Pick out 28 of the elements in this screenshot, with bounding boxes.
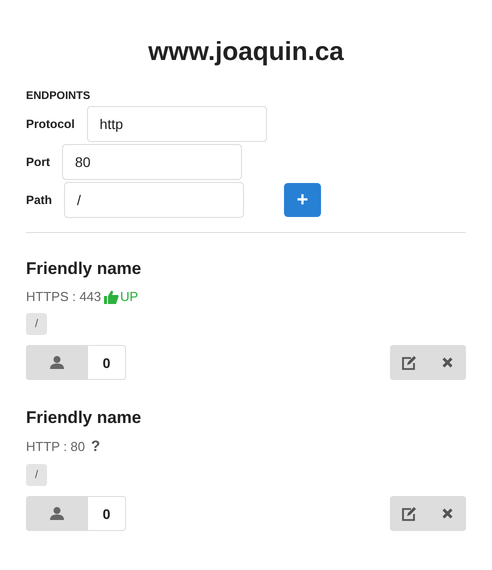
input-field[interactable]: / — [64, 182, 244, 218]
user-count-button[interactable] — [26, 496, 88, 531]
endpoint-name: Friendly name — [26, 408, 142, 428]
input-field[interactable]: http — [86, 106, 267, 142]
status-up: UP — [104, 289, 138, 304]
user-count: 0 — [88, 496, 126, 531]
edit-icon — [402, 356, 416, 370]
endpoint-name: Friendly name — [26, 259, 142, 279]
close-icon — [442, 357, 452, 368]
thumbs-up-icon — [104, 290, 120, 304]
endpoint-address: HTTP : 80 — [26, 439, 86, 454]
status-unknown: ? — [91, 438, 100, 455]
user-count: 0 — [88, 345, 126, 380]
section-heading: ENDPOINTS — [26, 90, 90, 102]
path-tag: / — [26, 464, 48, 486]
edit-icon — [402, 506, 416, 520]
add-button[interactable]: + — [284, 183, 322, 217]
field-label: Port — [26, 155, 50, 169]
close-icon — [442, 508, 452, 519]
site-title: www.joaquin.ca — [148, 35, 344, 68]
endpoint-address: HTTPS : 443 — [26, 289, 102, 304]
field-label: Path — [26, 193, 52, 207]
user-icon — [50, 356, 64, 369]
user-icon — [50, 507, 64, 520]
path-tag: / — [26, 313, 48, 335]
input-field[interactable]: 80 — [62, 144, 242, 180]
field-label: Protocol — [26, 117, 75, 131]
user-count-button[interactable] — [26, 345, 88, 380]
